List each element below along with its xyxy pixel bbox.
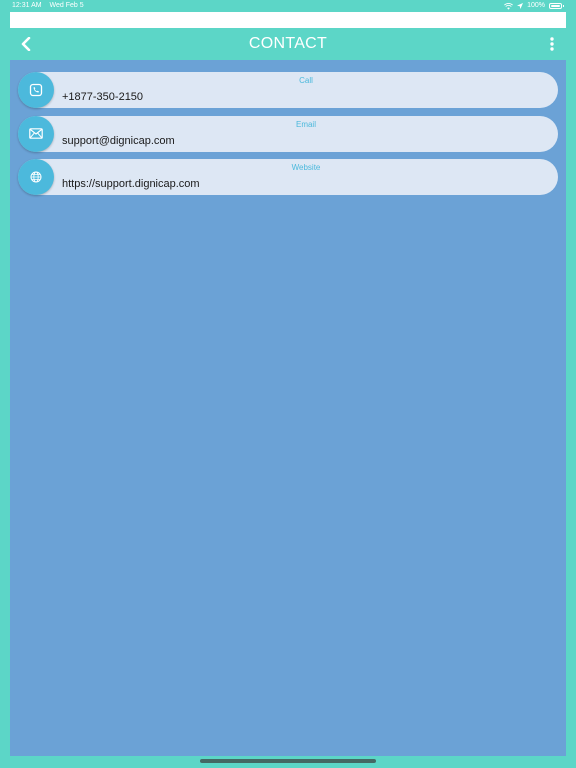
contact-item-email[interactable]: Email support@dignicap.com [18, 115, 558, 152]
website-label: Website [291, 163, 321, 172]
more-options-button[interactable] [544, 34, 560, 54]
call-label: Call [299, 76, 313, 85]
wifi-icon [504, 2, 514, 10]
app-header: CONTACT [10, 28, 566, 60]
battery-icon [549, 3, 564, 9]
contact-item-call[interactable]: Call +1877-350-2150 [18, 72, 558, 108]
app-frame: CONTACT Call +1877-350-2150 Email suppor… [10, 12, 566, 756]
status-time: 12:31 AM [12, 2, 42, 9]
status-bar: 12:31 AM Wed Feb 5 100% [0, 0, 576, 12]
email-label: Email [295, 119, 316, 129]
location-icon [517, 3, 524, 9]
home-indicator[interactable] [200, 759, 376, 763]
top-strip [10, 12, 566, 28]
status-date: Wed Feb 5 [49, 2, 84, 9]
more-vertical-icon [550, 37, 554, 51]
mail-icon [29, 128, 43, 139]
battery-percent: 100% [527, 2, 545, 9]
status-right: 100% [504, 0, 564, 12]
website-value: https://support.dignicap.com [62, 178, 200, 190]
contact-list: Call +1877-350-2150 Email support@dignic… [18, 72, 558, 203]
page-title: CONTACT [248, 35, 328, 52]
status-left: 12:31 AM Wed Feb 5 [12, 0, 90, 12]
contact-item-website[interactable]: Website https://support.dignicap.com [18, 159, 558, 195]
email-value: support@dignicap.com [62, 134, 175, 147]
call-value: +1877-350-2150 [62, 91, 144, 103]
